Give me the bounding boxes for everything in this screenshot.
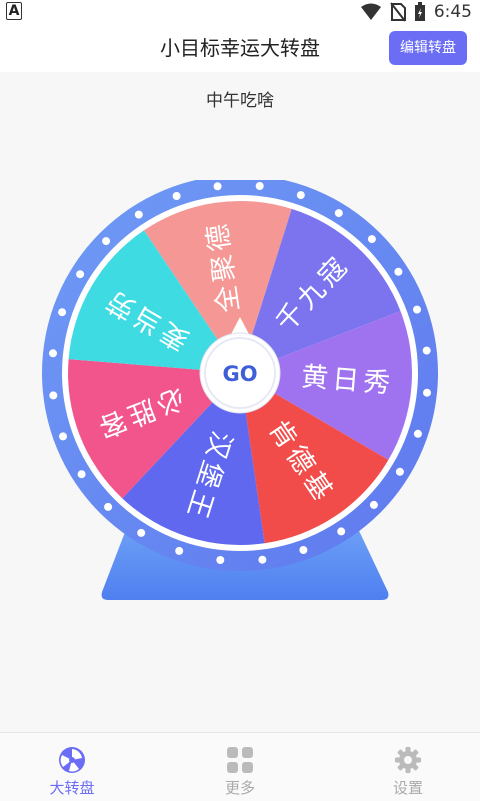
gear-icon (395, 747, 421, 773)
bottom-nav: 大转盘 更多 设置 (0, 732, 480, 801)
rim-light (258, 555, 267, 564)
edit-wheel-button[interactable]: 编辑转盘 (389, 31, 467, 65)
rim-light (172, 192, 181, 200)
rim-light (413, 305, 421, 314)
rim-light (59, 432, 67, 441)
nav-item-more[interactable]: 更多 (180, 733, 300, 801)
rim-light (296, 191, 305, 200)
rim-light (394, 267, 403, 276)
lucky-wheel: 全聚德 千九寇黄日秀肯德基汉堡王必胜客麦当劳 GO (42, 180, 438, 600)
rim-light (137, 528, 146, 537)
rim-light (413, 429, 422, 438)
rim-light (367, 235, 376, 244)
rim-light (334, 209, 343, 218)
nav-item-wheel[interactable]: 大转盘 (12, 733, 132, 801)
app-header: 小目标幸运大转盘 编辑转盘 (0, 24, 480, 72)
battery-icon (414, 2, 425, 21)
rim-light (213, 182, 222, 191)
rim-light (134, 210, 143, 219)
rim-light (58, 308, 67, 317)
rim-light (423, 388, 431, 397)
clock: 6:45 (433, 2, 472, 22)
wifi-icon (360, 3, 381, 20)
rim-light (76, 270, 85, 279)
rim-light (102, 237, 111, 246)
go-label: GO (222, 362, 257, 386)
rim-light (422, 346, 431, 355)
rim-light (77, 470, 86, 479)
rim-light (337, 527, 346, 536)
rim-light (49, 391, 58, 400)
status-icons: 6:45 (360, 0, 472, 24)
rim-light (395, 467, 404, 476)
wheel-icon (59, 747, 85, 773)
nav-label-wheel: 大转盘 (49, 779, 95, 797)
status-bar: A 6:45 (0, 0, 480, 24)
rim-light (49, 349, 57, 358)
rim-light (299, 546, 308, 554)
wheel-title: 中午吃啥 (206, 91, 274, 111)
notification-icon: A (6, 2, 22, 20)
rim-light (104, 502, 113, 511)
no-sim-icon (390, 2, 406, 22)
nav-label-settings: 设置 (392, 779, 423, 797)
nav-item-settings[interactable]: 设置 (348, 733, 468, 801)
rim-light (216, 556, 225, 564)
rim-light (255, 182, 264, 190)
nav-label-more: 更多 (224, 779, 255, 797)
rim-light (369, 500, 378, 509)
grid-icon (227, 747, 253, 773)
rim-light (175, 546, 184, 555)
